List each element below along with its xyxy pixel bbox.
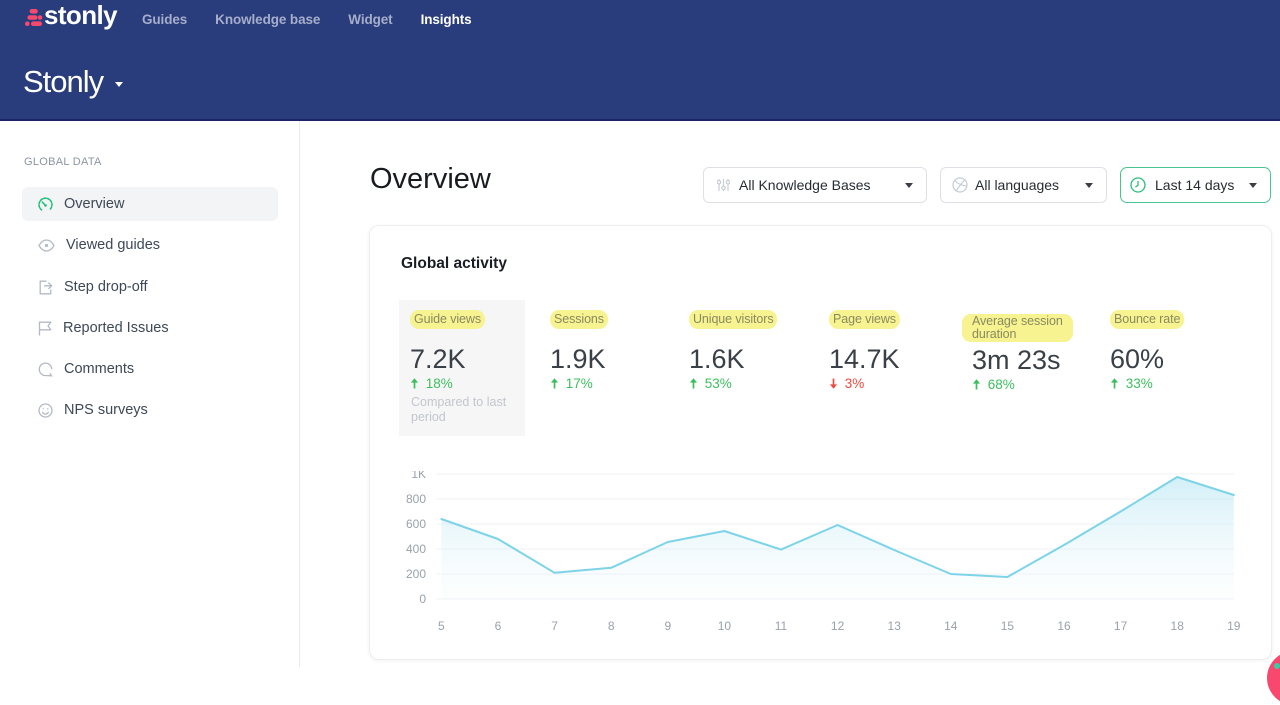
svg-text:19: 19 [1227,619,1241,633]
svg-text:9: 9 [664,619,671,633]
svg-text:7: 7 [551,619,558,633]
svg-text:11: 11 [775,619,788,633]
svg-text:200: 200 [406,567,426,581]
svg-text:18: 18 [1171,619,1185,633]
svg-text:17: 17 [1114,619,1128,633]
svg-text:15: 15 [1001,619,1015,633]
svg-text:1K: 1K [411,471,426,481]
svg-text:800: 800 [406,492,426,506]
svg-text:12: 12 [831,619,845,633]
svg-text:600: 600 [406,517,426,531]
svg-text:16: 16 [1057,619,1071,633]
svg-text:6: 6 [495,619,502,633]
svg-text:400: 400 [406,542,426,556]
svg-text:0: 0 [419,592,426,606]
svg-text:14: 14 [944,619,958,633]
svg-text:5: 5 [438,619,445,633]
svg-text:8: 8 [608,619,615,633]
svg-text:10: 10 [718,619,732,633]
svg-text:13: 13 [888,619,902,633]
